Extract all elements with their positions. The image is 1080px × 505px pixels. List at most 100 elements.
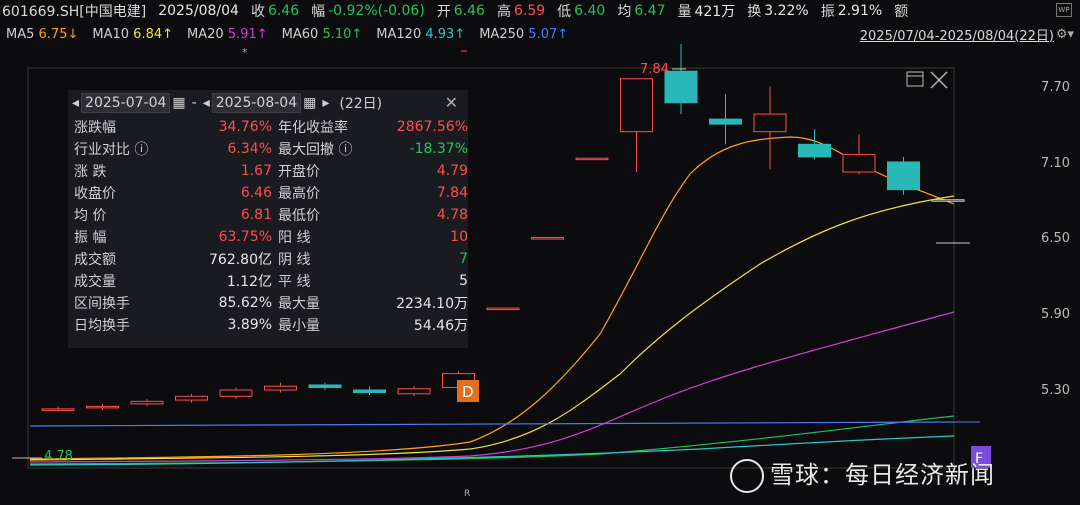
calendar-icon[interactable]: ▦ <box>303 95 316 111</box>
stat-label: 最低价 <box>278 208 320 224</box>
stat-label: 行业对比 ⓘ <box>74 142 149 158</box>
stat-label: 涨 跌 <box>74 164 107 180</box>
candle-body[interactable] <box>931 199 965 202</box>
candle-body[interactable] <box>531 237 564 240</box>
stat-value: 54.46万 <box>413 318 468 334</box>
amount-label: 额 <box>894 4 909 20</box>
stats-row: 区间换手 85.62% 最大量 2234.10万 <box>68 292 468 314</box>
start-date-input[interactable]: 2025-07-04 <box>81 93 171 113</box>
stats-rows: 涨跌幅 34.76% 年化收益率 2867.56% 行业对比 ⓘ 6.34% 最大回撤 ⓘ -… <box>68 116 468 336</box>
avg-label: 均 <box>617 4 632 20</box>
candle-body[interactable] <box>86 405 119 409</box>
star-marker: * <box>242 46 248 59</box>
stat-value: 63.75% <box>218 229 272 245</box>
stats-row: 成交量 1.12亿平 线 5 <box>68 270 468 292</box>
stat-label: 区间换手 <box>74 296 130 312</box>
candle-body[interactable] <box>130 400 164 405</box>
y-tick-6-50: 6.50 <box>1041 231 1070 246</box>
y-tick-5-30: 5.30 <box>1041 383 1070 398</box>
amp-value: 2.91% <box>837 3 883 19</box>
stat-value: -18.37% <box>409 141 468 157</box>
ma120-legend: MA120 4.93↑ <box>376 26 466 42</box>
high-label: 高 <box>496 4 511 20</box>
candle-body[interactable] <box>798 143 831 158</box>
candle-body[interactable] <box>397 388 431 395</box>
low-label: 低 <box>557 4 572 20</box>
stat-value: 6.46 <box>240 185 272 201</box>
candle-body[interactable] <box>308 384 342 388</box>
stat-label: 成交额 <box>74 252 116 268</box>
candle-body[interactable] <box>887 161 920 191</box>
xueqiu-logo-icon <box>730 459 764 493</box>
maximize-icon[interactable] <box>906 71 924 87</box>
low-value: 6.40 <box>574 3 606 19</box>
stat-value: 4.79 <box>436 163 468 179</box>
stat-value: 7 <box>459 251 468 267</box>
d-marker[interactable]: D <box>462 383 474 401</box>
stats-row: 均 价 6.81 最低价 4.78 <box>68 204 468 226</box>
stat-label: 阳 线 <box>278 230 311 246</box>
stat-value: 1.67 <box>240 163 272 179</box>
candle-body[interactable] <box>620 78 653 133</box>
candle-body[interactable] <box>41 408 75 411</box>
vol-value: 421万 <box>694 4 736 20</box>
stat-label: 开盘价 <box>278 164 320 180</box>
stock-code: 601669.SH[中国电建] <box>2 4 147 20</box>
candle-body[interactable] <box>842 153 876 173</box>
ma20-legend: MA20 5.91↑ <box>187 26 268 42</box>
stat-label: 收盘价 <box>74 186 116 202</box>
close-chart-icon[interactable] <box>930 71 948 89</box>
open-value: 6.46 <box>453 3 485 19</box>
candle-body[interactable] <box>575 157 609 161</box>
stat-label: 均 价 <box>74 208 107 224</box>
low-price-marker: 4.78 <box>44 449 73 464</box>
stat-value: 3.89% <box>227 317 272 333</box>
ma250-line <box>29 421 955 427</box>
stat-label: 平 线 <box>278 274 311 290</box>
stat-value: 34.76% <box>218 119 272 135</box>
candle-body[interactable] <box>353 389 386 394</box>
prev-start-arrow[interactable]: ◂ <box>72 95 79 111</box>
stats-row: 成交额 762.80亿阴 线 7 <box>68 248 468 270</box>
high-value: 6.59 <box>513 3 546 19</box>
candle-body[interactable] <box>664 70 698 104</box>
candle-body[interactable] <box>753 113 787 133</box>
wp-icon[interactable]: WP <box>1056 3 1072 17</box>
high-price-marker: 7.84 <box>640 62 669 77</box>
candle-body[interactable] <box>175 395 208 401</box>
candle-body[interactable] <box>219 389 253 397</box>
stat-value: 10 <box>450 229 468 245</box>
stat-value: 2867.56% <box>396 119 468 135</box>
prev-end-arrow[interactable]: ◂ <box>203 95 210 111</box>
stat-label: 阴 线 <box>278 252 311 268</box>
settings-icon[interactable]: ⚙▾ <box>1056 27 1074 42</box>
candle-body[interactable] <box>709 118 742 125</box>
y-tick-7-10: 7.10 <box>1041 156 1070 171</box>
date-range-selector[interactable]: 2025/07/04-2025/08/04(22日) <box>860 25 1054 44</box>
next-end-arrow[interactable]: ▸ <box>322 95 329 111</box>
ma250-legend: MA250 5.07↑ <box>479 26 569 42</box>
stat-value: 5 <box>459 273 468 289</box>
ma10-legend: MA10 6.84↑ <box>92 26 174 42</box>
watermark: 雪球：每日经济新闻 <box>730 455 995 493</box>
stat-label: 最大回撤 ⓘ <box>278 142 353 158</box>
stats-row: 涨 跌 1.67 开盘价 4.79 <box>68 160 468 182</box>
stat-value: 1.12亿 <box>226 274 272 290</box>
stat-value: 85.62% <box>218 295 272 311</box>
turnover-value: 3.22% <box>764 3 809 19</box>
stat-label: 涨跌幅 <box>74 120 116 136</box>
turnover-label: 换 <box>747 4 762 20</box>
avg-value: 6.47 <box>634 3 666 19</box>
candle-body[interactable] <box>264 385 297 391</box>
quote-date: 2025/08/04 <box>158 3 239 19</box>
close-icon[interactable]: ✕ <box>445 93 458 112</box>
end-date-input[interactable]: 2025-08-04 <box>211 93 302 113</box>
stat-value: 4.78 <box>436 207 468 223</box>
change-label: 幅 <box>311 4 326 20</box>
candle-body[interactable] <box>486 307 520 311</box>
ma60-legend: MA60 5.10↑ <box>281 26 363 42</box>
watermark-text: 雪球：每日经济新闻 <box>770 461 995 489</box>
stat-label: 振 幅 <box>74 230 107 246</box>
y-tick-5-90: 5.90 <box>1041 307 1070 322</box>
calendar-icon[interactable]: ▦ <box>172 95 185 111</box>
